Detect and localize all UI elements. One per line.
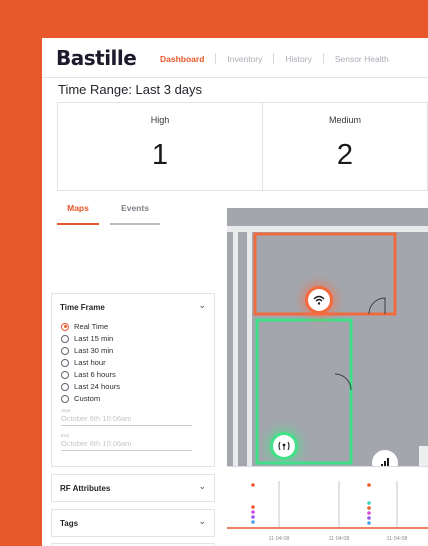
event-dot[interactable] [367,516,371,520]
radio-last-15-min[interactable]: Last 15 min [61,333,113,344]
tags-panel[interactable]: Tags ⌄ [51,509,215,537]
time-frame-title: Time Frame [60,303,105,312]
radio-label: Last 30 min [74,346,114,355]
event-timeline[interactable]: 11:04:08 11:04:08 11:04:08 [227,466,428,546]
timeline-tick-label: 11:04:08 [386,536,407,542]
radio-icon [61,382,69,391]
chevron-down-icon[interactable]: ⌄ [198,300,206,311]
time-frame-panel: Time Frame ⌄ Real Time Last 15 min Last … [51,293,215,467]
event-dot[interactable] [367,511,371,515]
summary-card-high[interactable]: High 1 [58,103,263,190]
nav-history[interactable]: History [285,54,311,64]
page-title: Time Range: Last 3 days [58,82,203,97]
radio-last-6-hours[interactable]: Last 6 hours [61,369,116,380]
radio-last-24-hours[interactable]: Last 24 hours [61,381,120,392]
radio-icon [61,346,69,355]
radio-last-30-min[interactable]: Last 30 min [61,345,113,356]
summary-label: Medium [328,115,361,125]
nav-divider [322,53,324,64]
event-dot[interactable] [251,510,255,514]
radio-label: Real Time [74,322,109,331]
event-dot[interactable] [367,483,371,487]
chevron-down-icon[interactable]: ⌄ [198,516,206,527]
cellular-icon[interactable] [270,432,298,460]
alert-summary: High 1 Medium 2 [57,102,428,191]
radio-label: Custom [74,394,101,403]
logo: Bastille [56,46,137,70]
tab-maps[interactable]: Maps [57,203,99,225]
radio-real-time[interactable]: Real Time [61,321,108,332]
radio-icon [61,370,69,379]
radio-label: Last 6 hours [74,370,116,379]
radio-label: Last hour [74,358,106,367]
radio-last-hour[interactable]: Last hour [61,357,106,368]
tags-title: Tags [60,519,79,528]
event-dot[interactable] [251,520,255,524]
event-dot[interactable] [367,501,371,505]
timeline-tick-label: 11:04:08 [268,536,289,542]
radio-label: Last 24 hours [74,382,121,391]
tab-events[interactable]: Events [110,203,160,225]
floor-map[interactable] [227,208,428,466]
wall [419,446,428,466]
nav-dashboard[interactable]: Dashboard [160,54,204,64]
nav-sensor-health[interactable]: Sensor Health [335,54,389,64]
event-dot[interactable] [367,506,371,510]
start-label: Start [61,408,71,413]
wall [233,226,238,466]
end-date-field[interactable]: October 6th 10:06am [61,439,192,451]
rf-attributes-title: RF Attributes [60,484,111,493]
wifi-icon[interactable] [305,286,333,314]
radio-icon [61,358,69,367]
floor-plan [227,208,428,466]
summary-count: 2 [336,139,354,171]
nav-divider [215,53,217,64]
event-dot[interactable] [251,515,255,519]
summary-card-medium[interactable]: Medium 2 [263,103,428,190]
wall [247,226,252,466]
top-nav-bar: Bastille Dashboard Inventory History Sen… [42,38,428,78]
end-label: End [61,433,70,438]
timeline-tick-label: 11:04:08 [328,536,349,542]
rf-attributes-panel[interactable]: RF Attributes ⌄ [51,474,215,502]
wall [227,226,428,232]
summary-count: 1 [151,139,169,171]
radio-icon [61,394,69,403]
radio-selected-icon [61,322,69,331]
app-window: Bastille Dashboard Inventory History Sen… [42,38,428,546]
event-dot[interactable] [251,505,255,509]
radio-label: Last 15 min [74,334,114,343]
event-dot[interactable] [367,521,371,525]
nav-divider [273,53,275,64]
summary-label: High [150,115,170,125]
main-nav: Dashboard Inventory History Sensor Healt… [160,53,389,64]
radio-icon [61,334,69,343]
timeline-chart: 11:04:08 11:04:08 11:04:08 [227,481,428,542]
radio-custom[interactable]: Custom [61,393,100,404]
event-dot[interactable] [251,483,255,487]
chevron-down-icon[interactable]: ⌄ [198,481,206,492]
start-date-field[interactable]: October 6th 10:06am [61,414,192,426]
nav-inventory[interactable]: Inventory [227,54,262,64]
